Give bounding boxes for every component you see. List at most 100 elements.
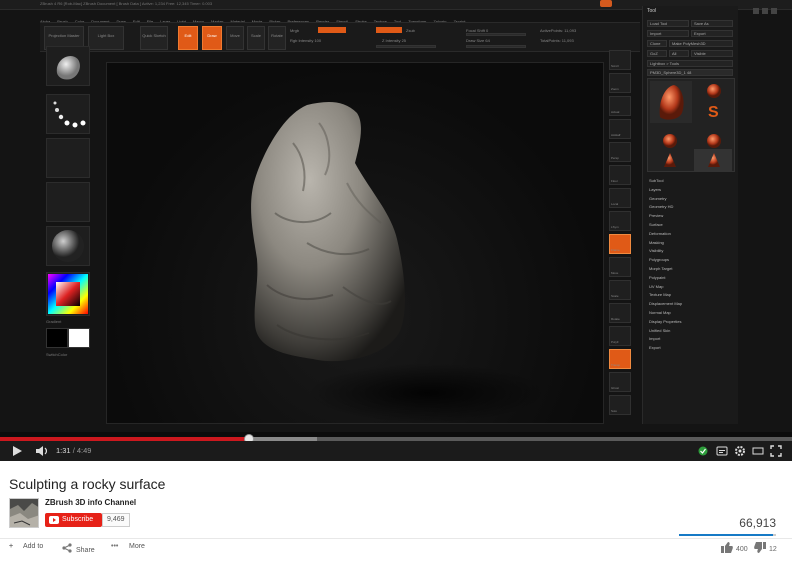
clone-button: Clone bbox=[647, 40, 667, 47]
quick-sketch-button: Quick Sketch bbox=[140, 26, 168, 50]
gradient-label: Gradient bbox=[46, 319, 62, 324]
add-to-label: Add to bbox=[23, 543, 44, 550]
video-info-panel: Sculpting a rocky surface ZBrush 3D info… bbox=[0, 461, 792, 567]
mrgb-label: Mrgb bbox=[290, 28, 300, 33]
hd-check-icon[interactable] bbox=[698, 445, 710, 457]
tool-menu-item: Display Properties bbox=[649, 318, 682, 324]
share-label: Share bbox=[76, 547, 95, 554]
zbrush-view-button: Persp bbox=[609, 142, 631, 162]
like-button[interactable]: 400 bbox=[721, 542, 748, 554]
tool-menu-item: Geometry HD bbox=[649, 204, 674, 210]
tool-menu-item: Masking bbox=[649, 239, 664, 245]
export-button: Export bbox=[691, 30, 733, 37]
zbrush-view-button-label: Frame bbox=[611, 248, 620, 252]
zbrush-interface: ZBrush 4 R6 [Rob-Mac] ZBrush Document [ … bbox=[0, 0, 792, 432]
tool-menu-item: Texture Map bbox=[649, 292, 672, 298]
zbrush-left-palette: Gradient SwitchColor bbox=[40, 44, 95, 424]
zbrush-view-button-label: Solo bbox=[611, 409, 618, 413]
zbrush-view-button: Local bbox=[609, 188, 631, 208]
zbrush-view-button-label: Floor bbox=[611, 179, 618, 183]
rotate-mode-button: Rotate bbox=[268, 26, 286, 50]
alpha-slot bbox=[46, 138, 90, 178]
visible-button: Visible bbox=[691, 50, 733, 57]
import-button: Import bbox=[647, 30, 689, 37]
tool-menu-item: Normal Map bbox=[649, 310, 671, 315]
zbrush-right-shelf: Scroll Zoom Actual AAHalf Persp Floor Local LSy… bbox=[607, 44, 633, 424]
channel-name[interactable]: ZBrush 3D info Channel bbox=[45, 498, 136, 507]
tool-menu-item: UV Map bbox=[649, 283, 664, 289]
tool-menu-item: Morph Target bbox=[649, 266, 673, 271]
like-dislike-bar bbox=[679, 534, 776, 536]
current-tool-name: PM3D_Sphere3D_1 48 bbox=[647, 69, 733, 76]
zbrush-view-button: Floor bbox=[609, 165, 631, 185]
tool-menu-item: Preview bbox=[649, 213, 664, 219]
zadd-toggle bbox=[376, 27, 402, 33]
zbrush-view-button: AAHalf bbox=[609, 119, 631, 139]
zbrush-view-button-label: Scale bbox=[611, 294, 619, 298]
zbrush-view-button: Zoom bbox=[609, 73, 631, 93]
tool-menu-item: Layers bbox=[649, 186, 662, 192]
zbrush-window-title: ZBrush 4 R6 [Rob-Mac] ZBrush Document [ … bbox=[40, 1, 213, 6]
make-polymesh-button: Make PolyMesh3D bbox=[669, 40, 733, 47]
share-button[interactable]: Share bbox=[62, 543, 95, 555]
zbrush-view-button: Actual bbox=[609, 96, 631, 116]
zbrush-view-button: Frame bbox=[609, 234, 631, 254]
zbrush-view-button-label: Scroll bbox=[611, 64, 619, 68]
zbrush-view-button: Scroll bbox=[609, 50, 631, 70]
youtube-logo-icon bbox=[49, 516, 59, 524]
zbrush-view-button: Solo bbox=[609, 395, 631, 415]
stroke-preview-icon bbox=[53, 101, 86, 128]
svg-text:S: S bbox=[708, 104, 719, 121]
video-player[interactable]: ZBrush 4 R6 [Rob-Mac] ZBrush Document [ … bbox=[0, 0, 792, 461]
play-icon[interactable] bbox=[11, 445, 23, 457]
video-title: Sculpting a rocky surface bbox=[9, 476, 166, 492]
fullscreen-icon[interactable] bbox=[770, 445, 782, 457]
view-count: 66,913 bbox=[739, 516, 776, 530]
zbrush-menu-bar: AlphaBrushColorDocumentDrawEditFileLayer… bbox=[40, 10, 600, 24]
subscriber-count: 9,469 bbox=[102, 513, 130, 527]
z-intensity-slider bbox=[376, 45, 436, 48]
dislike-button[interactable]: 12 bbox=[754, 542, 777, 554]
settings-gear-icon[interactable] bbox=[734, 445, 746, 457]
thumbs-up-icon bbox=[721, 542, 733, 553]
tool-thumbnails: S bbox=[647, 78, 735, 172]
zbrush-view-button-label: AAHalf bbox=[611, 133, 621, 137]
material-slot bbox=[46, 226, 90, 266]
zbrush-top-shelf: Projection Master Light Box Quick Sketch… bbox=[40, 22, 640, 52]
more-button[interactable]: ••• More bbox=[111, 543, 145, 555]
tool-menu-item: Polygroups bbox=[649, 257, 670, 263]
theater-mode-icon[interactable] bbox=[752, 445, 764, 457]
divider bbox=[0, 538, 792, 539]
total-points-label: TotalPoints: 11,093 bbox=[540, 38, 574, 43]
save-as-button: Save As bbox=[691, 20, 733, 27]
brush-slot bbox=[46, 46, 90, 86]
color-picker bbox=[46, 272, 90, 316]
tool-menu-item: Export bbox=[649, 345, 661, 351]
volume-icon[interactable] bbox=[35, 445, 47, 457]
time-display: 1:31 / 4:49 bbox=[56, 446, 91, 455]
draw-mode-button: Draw bbox=[202, 26, 222, 50]
zbrush-view-button: Scale bbox=[609, 280, 631, 300]
subscribe-button[interactable]: Subscribe bbox=[45, 513, 102, 527]
zbrush-view-button-label: Transp bbox=[611, 363, 621, 367]
zbrush-view-button-label: Actual bbox=[611, 110, 620, 114]
rgb-toggle bbox=[318, 27, 346, 33]
zbrush-view-button-label: Zoom bbox=[611, 87, 619, 91]
move-mode-button: Move bbox=[226, 26, 244, 50]
stroke-slot bbox=[46, 94, 90, 134]
tool-menu-item: Visibility bbox=[649, 248, 664, 254]
add-to-button[interactable]: + Add to bbox=[9, 543, 43, 555]
all-button: All bbox=[669, 50, 689, 57]
zbrush-view-button-label: Persp bbox=[611, 156, 619, 160]
captions-icon[interactable] bbox=[716, 445, 728, 457]
tool-menu-item: Unified Skin bbox=[649, 327, 671, 333]
switch-color-label: SwitchColor bbox=[46, 352, 68, 357]
edit-mode-button: Edit bbox=[178, 26, 198, 50]
scale-mode-button: Scale bbox=[247, 26, 265, 50]
material-sphere-icon bbox=[52, 230, 84, 262]
zbrush-view-button: LSym bbox=[609, 211, 631, 231]
avatar-image bbox=[10, 499, 38, 527]
channel-avatar[interactable] bbox=[9, 498, 39, 528]
subscribe-label: Subscribe bbox=[62, 516, 94, 523]
zbrush-view-button-label: Ghost bbox=[611, 386, 620, 390]
